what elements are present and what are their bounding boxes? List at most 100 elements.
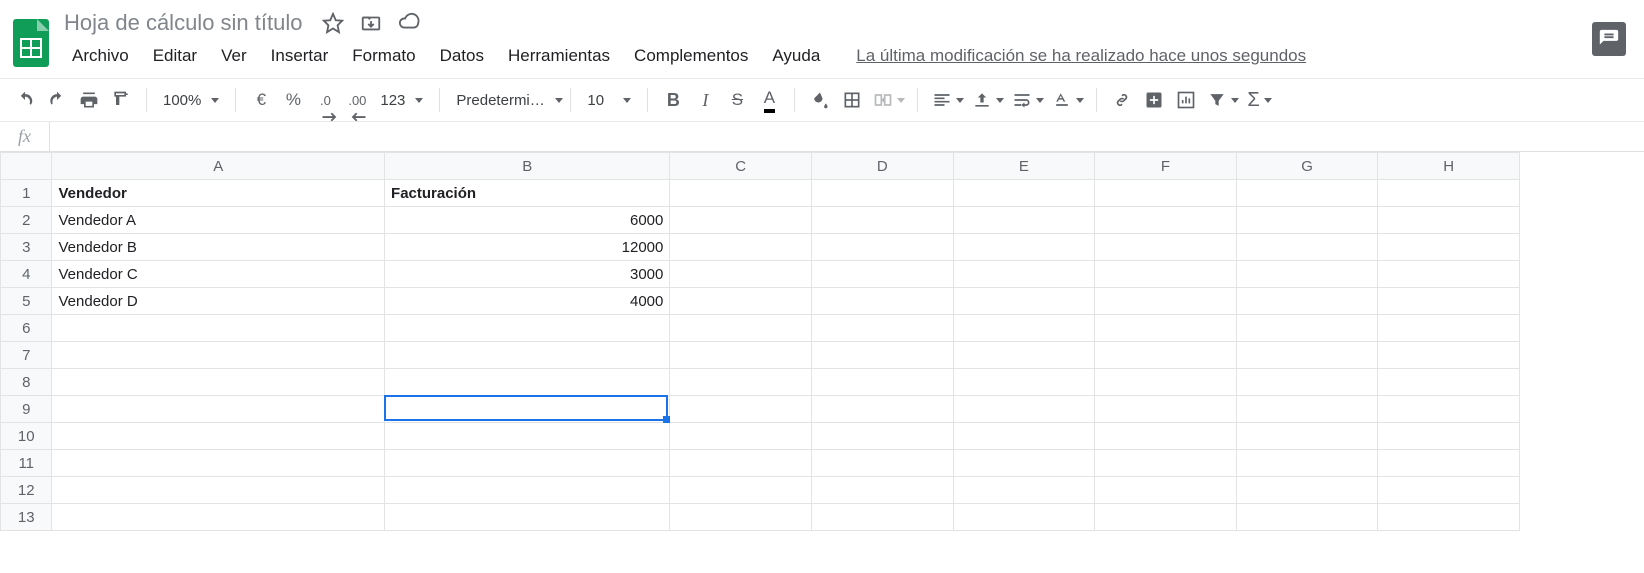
cell-A2[interactable]: Vendedor A bbox=[52, 207, 385, 234]
filter-button[interactable] bbox=[1203, 85, 1241, 115]
cell-B2[interactable]: 6000 bbox=[385, 207, 670, 234]
row-header-12[interactable]: 12 bbox=[1, 477, 52, 504]
cell-H11[interactable] bbox=[1378, 450, 1520, 477]
cell-F13[interactable] bbox=[1095, 504, 1237, 531]
cell-C10[interactable] bbox=[670, 423, 812, 450]
cell-B5[interactable]: 4000 bbox=[385, 288, 670, 315]
menu-datos[interactable]: Datos bbox=[428, 42, 496, 70]
cell-D12[interactable] bbox=[811, 477, 953, 504]
cell-A7[interactable] bbox=[52, 342, 385, 369]
cell-H6[interactable] bbox=[1378, 315, 1520, 342]
cell-E8[interactable] bbox=[953, 369, 1095, 396]
bold-button[interactable]: B bbox=[658, 85, 688, 115]
cell-C8[interactable] bbox=[670, 369, 812, 396]
cell-D3[interactable] bbox=[811, 234, 953, 261]
text-rotation-button[interactable] bbox=[1048, 85, 1086, 115]
cell-C7[interactable] bbox=[670, 342, 812, 369]
star-icon[interactable] bbox=[322, 12, 344, 34]
cell-C12[interactable] bbox=[670, 477, 812, 504]
cell-F2[interactable] bbox=[1095, 207, 1237, 234]
italic-button[interactable]: I bbox=[690, 85, 720, 115]
move-to-folder-icon[interactable] bbox=[360, 12, 382, 34]
cell-B6[interactable] bbox=[385, 315, 670, 342]
cell-A1[interactable]: Vendedor bbox=[52, 180, 385, 207]
menu-ver[interactable]: Ver bbox=[209, 42, 259, 70]
cell-A6[interactable] bbox=[52, 315, 385, 342]
row-header-1[interactable]: 1 bbox=[1, 180, 52, 207]
functions-button[interactable]: Σ bbox=[1243, 85, 1273, 115]
cell-H10[interactable] bbox=[1378, 423, 1520, 450]
cell-H7[interactable] bbox=[1378, 342, 1520, 369]
cell-E1[interactable] bbox=[953, 180, 1095, 207]
cell-E5[interactable] bbox=[953, 288, 1095, 315]
cell-G1[interactable] bbox=[1236, 180, 1378, 207]
menu-herramientas[interactable]: Herramientas bbox=[496, 42, 622, 70]
cell-G11[interactable] bbox=[1236, 450, 1378, 477]
cell-G10[interactable] bbox=[1236, 423, 1378, 450]
row-header-4[interactable]: 4 bbox=[1, 261, 52, 288]
paint-format-button[interactable] bbox=[106, 85, 136, 115]
zoom-select[interactable]: 100% bbox=[157, 92, 225, 109]
sheets-logo-icon[interactable] bbox=[12, 17, 50, 69]
menu-complementos[interactable]: Complementos bbox=[622, 42, 760, 70]
row-header-5[interactable]: 5 bbox=[1, 288, 52, 315]
cell-H5[interactable] bbox=[1378, 288, 1520, 315]
cell-B1[interactable]: Facturación bbox=[385, 180, 670, 207]
currency-button[interactable]: € bbox=[246, 85, 276, 115]
row-header-2[interactable]: 2 bbox=[1, 207, 52, 234]
cell-H9[interactable] bbox=[1378, 396, 1520, 423]
select-all-corner[interactable] bbox=[1, 153, 52, 180]
cell-C13[interactable] bbox=[670, 504, 812, 531]
cell-C2[interactable] bbox=[670, 207, 812, 234]
cell-E11[interactable] bbox=[953, 450, 1095, 477]
cell-D4[interactable] bbox=[811, 261, 953, 288]
cell-E4[interactable] bbox=[953, 261, 1095, 288]
cell-C11[interactable] bbox=[670, 450, 812, 477]
cell-B13[interactable] bbox=[385, 504, 670, 531]
cell-G3[interactable] bbox=[1236, 234, 1378, 261]
row-header-13[interactable]: 13 bbox=[1, 504, 52, 531]
column-header-G[interactable]: G bbox=[1236, 153, 1378, 180]
cell-F5[interactable] bbox=[1095, 288, 1237, 315]
cell-D6[interactable] bbox=[811, 315, 953, 342]
cell-E3[interactable] bbox=[953, 234, 1095, 261]
cell-F12[interactable] bbox=[1095, 477, 1237, 504]
percent-button[interactable]: % bbox=[278, 85, 308, 115]
text-color-button[interactable]: A bbox=[754, 85, 784, 115]
row-header-11[interactable]: 11 bbox=[1, 450, 52, 477]
cell-D10[interactable] bbox=[811, 423, 953, 450]
column-header-C[interactable]: C bbox=[670, 153, 812, 180]
cell-E13[interactable] bbox=[953, 504, 1095, 531]
cell-B10[interactable] bbox=[385, 423, 670, 450]
cell-H8[interactable] bbox=[1378, 369, 1520, 396]
column-header-B[interactable]: B bbox=[385, 153, 670, 180]
cell-D1[interactable] bbox=[811, 180, 953, 207]
font-size-select[interactable]: 10 bbox=[581, 92, 637, 109]
cell-A8[interactable] bbox=[52, 369, 385, 396]
increase-decimal-button[interactable]: .00 bbox=[342, 85, 372, 115]
cell-A9[interactable] bbox=[52, 396, 385, 423]
insert-chart-button[interactable] bbox=[1171, 85, 1201, 115]
cell-B8[interactable] bbox=[385, 369, 670, 396]
cell-H1[interactable] bbox=[1378, 180, 1520, 207]
cell-C4[interactable] bbox=[670, 261, 812, 288]
row-header-8[interactable]: 8 bbox=[1, 369, 52, 396]
merge-cells-button[interactable] bbox=[869, 85, 907, 115]
cell-B9[interactable] bbox=[385, 396, 670, 423]
cell-C5[interactable] bbox=[670, 288, 812, 315]
font-family-select[interactable]: Predetermi… bbox=[450, 92, 560, 109]
menu-formato[interactable]: Formato bbox=[340, 42, 427, 70]
cell-B12[interactable] bbox=[385, 477, 670, 504]
row-header-3[interactable]: 3 bbox=[1, 234, 52, 261]
cell-F9[interactable] bbox=[1095, 396, 1237, 423]
cell-H13[interactable] bbox=[1378, 504, 1520, 531]
cell-D13[interactable] bbox=[811, 504, 953, 531]
insert-link-button[interactable] bbox=[1107, 85, 1137, 115]
cell-H3[interactable] bbox=[1378, 234, 1520, 261]
cell-F11[interactable] bbox=[1095, 450, 1237, 477]
column-header-E[interactable]: E bbox=[953, 153, 1095, 180]
cell-D11[interactable] bbox=[811, 450, 953, 477]
column-header-D[interactable]: D bbox=[811, 153, 953, 180]
cell-G9[interactable] bbox=[1236, 396, 1378, 423]
cell-F4[interactable] bbox=[1095, 261, 1237, 288]
